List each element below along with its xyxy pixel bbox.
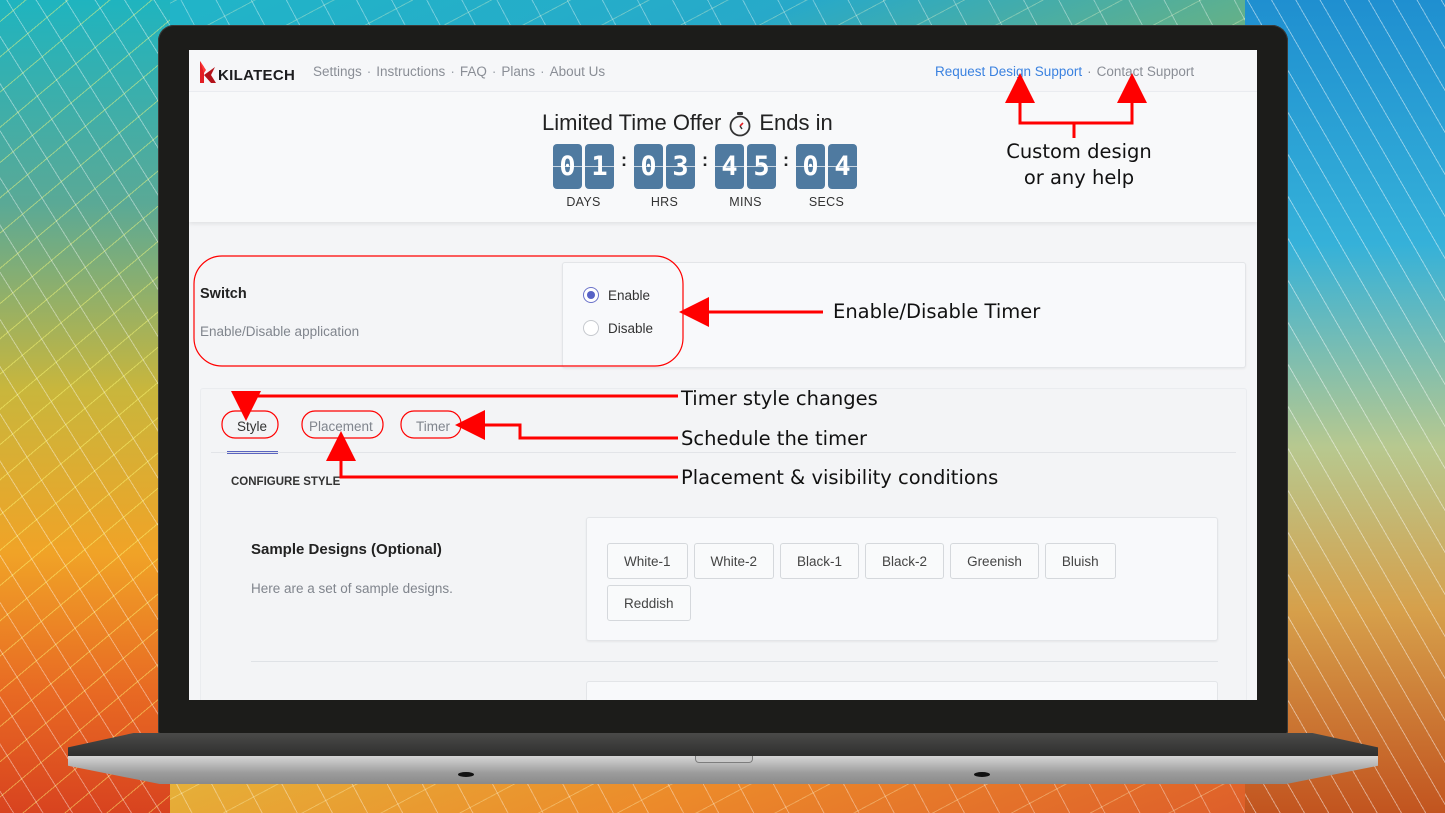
switch-description: Enable/Disable application: [200, 324, 360, 339]
sample-design-buttons: White-1 White-2 Black-1 Black-2 Greenish…: [607, 543, 1167, 621]
digit: 0: [634, 144, 663, 189]
background-left: [0, 0, 170, 813]
switch-setting: Switch Enable/Disable application Enable…: [189, 262, 1257, 370]
nav-link-instructions[interactable]: Instructions: [376, 64, 445, 79]
offer-ends-text: Ends in: [759, 110, 833, 135]
nav-link-faq[interactable]: FAQ: [460, 64, 487, 79]
support-annotation-line: or any help: [1023, 166, 1135, 189]
nav-separator: ·: [450, 64, 455, 79]
tabs-divider: [211, 452, 1236, 453]
colon-separator: :: [783, 150, 789, 170]
switch-title: Switch: [200, 286, 247, 302]
digit: 4: [715, 144, 744, 189]
nav-separator: ·: [540, 64, 545, 79]
next-setting-card: [586, 681, 1218, 700]
sample-designs-title: Sample Designs (Optional): [251, 541, 442, 558]
countdown-minutes: 4 5 MINS: [715, 144, 776, 209]
laptop-hinge-notch: [695, 756, 753, 763]
nav-separator: ·: [366, 64, 372, 79]
tab-timer[interactable]: Timer: [416, 419, 450, 434]
style-tab-annotation: Timer style changes: [681, 387, 878, 410]
countdown-hours: 0 3 HRS: [634, 144, 695, 209]
contact-support-link[interactable]: Contact Support: [1097, 64, 1195, 79]
brand-name: KILATECH: [218, 67, 296, 84]
sample-designs-card: White-1 White-2 Black-1 Black-2 Greenish…: [586, 517, 1218, 641]
support-annotation-line: Custom design: [1006, 140, 1152, 163]
countdown-digits: 0 1 DAYS : 0 3 HRS : 4 5 MINS: 0 4 SECS: [553, 144, 857, 209]
design-button-white-1[interactable]: White-1: [607, 543, 688, 579]
radio-label: Enable: [608, 287, 651, 303]
seconds-label: SECS: [808, 195, 845, 209]
countdown-seconds: 0 4 SECS: [796, 144, 857, 209]
tab-placement[interactable]: Placement: [309, 419, 373, 434]
design-button-reddish[interactable]: Reddish: [607, 585, 691, 621]
support-links: Request Design Support · Contact Support: [935, 64, 1194, 79]
timer-tab-annotation: Schedule the timer: [681, 427, 868, 450]
design-button-black-2[interactable]: Black-2: [865, 543, 945, 579]
support-annotation: Custom design or any help: [1003, 139, 1155, 191]
radio-disable[interactable]: Disable: [583, 320, 653, 336]
section-divider: [251, 661, 1218, 662]
colon-separator: :: [702, 150, 708, 170]
radio-label: Disable: [608, 320, 654, 336]
main-nav-links: Settings · Instructions · FAQ · Plans · About Us: [313, 64, 605, 79]
design-button-bluish[interactable]: Bluish: [1044, 543, 1116, 579]
design-button-white-2[interactable]: White-2: [693, 543, 775, 579]
days-label: DAYS: [566, 195, 601, 209]
offer-title: Limited Time Offer Ends in: [542, 110, 833, 137]
laptop-foot: [458, 772, 474, 777]
digit: 0: [796, 144, 825, 189]
logo[interactable]: KILATECH: [199, 61, 295, 83]
digit: 5: [747, 144, 776, 189]
countdown-days: 0 1 DAYS: [553, 144, 614, 209]
laptop-base-top: [68, 733, 1378, 757]
tab-style[interactable]: Style: [237, 419, 267, 434]
nav-separator: ·: [491, 64, 497, 79]
laptop-foot: [974, 772, 990, 777]
radio-button[interactable]: [583, 320, 599, 336]
hours-label: HRS: [650, 195, 679, 209]
digit: 3: [666, 144, 695, 189]
configure-style-heading: CONFIGURE STYLE: [231, 476, 341, 488]
sample-designs-description: Here are a set of sample designs.: [251, 581, 453, 596]
top-navigation: KILATECH Settings · Instructions · FAQ · Plans…: [189, 50, 1257, 92]
switch-annotation: Enable/Disable Timer: [833, 300, 1041, 323]
request-design-support-link[interactable]: Request Design Support: [935, 64, 1082, 79]
kilatech-logo-icon: [199, 61, 217, 83]
design-button-greenish[interactable]: Greenish: [950, 543, 1039, 579]
digit: 0: [553, 144, 582, 189]
offer-title-text: Limited Time Offer: [542, 110, 722, 135]
digit: 1: [585, 144, 614, 189]
placement-tab-annotation: Placement & visibility conditions: [681, 466, 999, 489]
design-button-black-1[interactable]: Black-1: [780, 543, 860, 579]
minutes-label: MINS: [729, 195, 762, 209]
colon-separator: :: [621, 150, 627, 170]
digit: 4: [828, 144, 857, 189]
nav-separator: ·: [1087, 64, 1092, 79]
radio-button-selected[interactable]: [583, 287, 599, 303]
nav-link-plans[interactable]: Plans: [501, 64, 535, 79]
stopwatch-icon: [729, 111, 751, 137]
radio-enable[interactable]: Enable: [583, 287, 650, 303]
nav-link-settings[interactable]: Settings: [313, 64, 362, 79]
nav-link-about-us[interactable]: About Us: [550, 64, 606, 79]
